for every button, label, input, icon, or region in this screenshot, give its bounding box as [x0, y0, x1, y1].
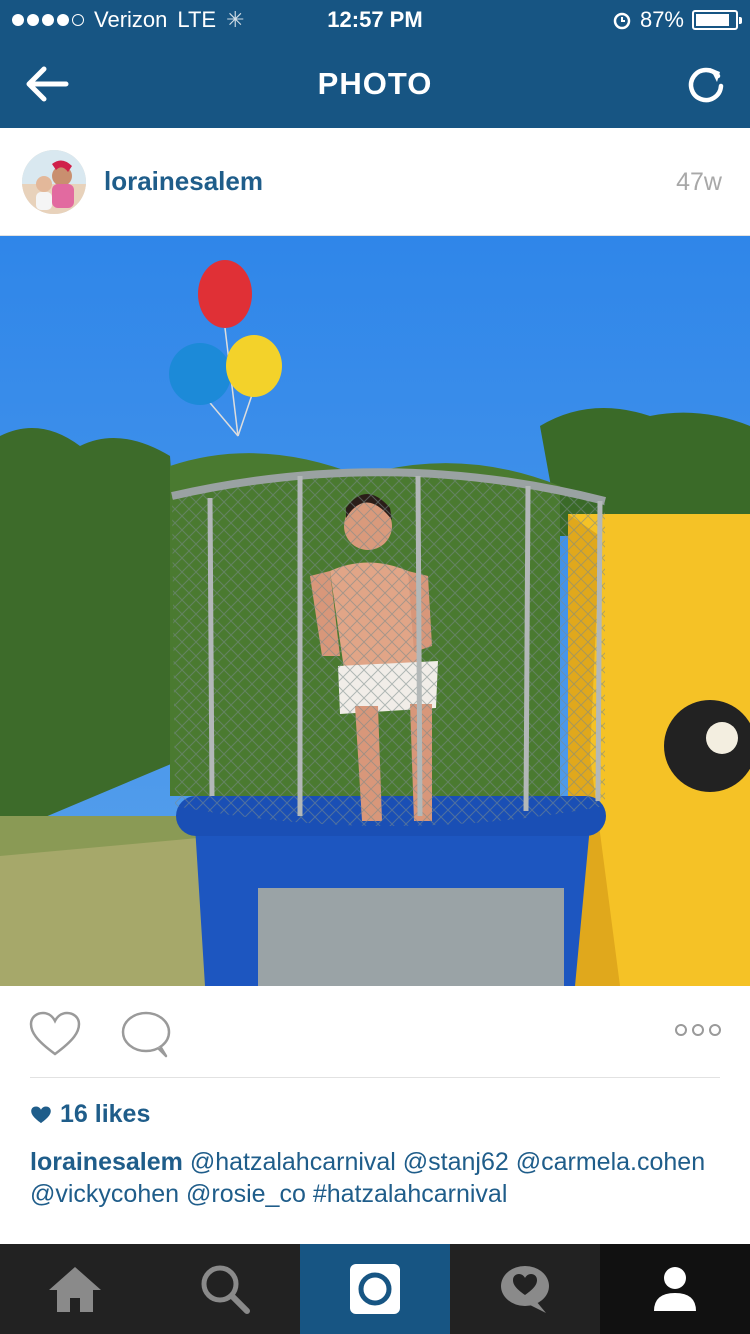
post-username[interactable]: lorainesalem	[104, 166, 263, 197]
heart-icon[interactable]	[28, 1010, 82, 1058]
post-time: 47w	[676, 168, 722, 196]
status-bar: Verizon LTE ✳ 12:57 PM 87%	[0, 0, 750, 40]
page-title: PHOTO	[317, 66, 433, 101]
profile-icon	[654, 1267, 696, 1311]
refresh-icon[interactable]	[684, 62, 728, 106]
tab-home[interactable]	[0, 1244, 150, 1334]
post-caption: lorainesalem @hatzalahcarnival @stanj62 …	[30, 1146, 720, 1210]
search-icon	[201, 1265, 250, 1314]
post-actions	[0, 986, 750, 1078]
heart-filled-icon	[31, 1105, 51, 1123]
activity-icon	[501, 1266, 549, 1313]
tab-explore[interactable]	[150, 1244, 300, 1334]
divider	[30, 1077, 720, 1078]
post-photo[interactable]	[0, 236, 750, 986]
post-header: lorainesalem 47w	[0, 128, 750, 236]
battery-icon	[692, 10, 742, 30]
tab-profile[interactable]	[600, 1244, 750, 1334]
top-bar: Verizon LTE ✳ 12:57 PM 87% PHOTO	[0, 0, 750, 128]
battery-percent: 87%	[639, 7, 684, 32]
comment-icon[interactable]	[120, 1010, 172, 1058]
avatar[interactable]	[22, 150, 86, 214]
tab-activity[interactable]	[450, 1244, 600, 1334]
caption-username[interactable]: lorainesalem	[30, 1148, 183, 1176]
more-options-icon[interactable]	[674, 1022, 722, 1038]
likes-count[interactable]: 16 likes	[30, 1100, 150, 1129]
tab-bar	[0, 1244, 750, 1334]
home-icon	[49, 1267, 101, 1312]
tab-camera[interactable]	[300, 1244, 450, 1334]
alarm-icon	[613, 12, 631, 30]
camera-icon	[350, 1264, 400, 1314]
likes-label: 16 likes	[60, 1100, 151, 1128]
